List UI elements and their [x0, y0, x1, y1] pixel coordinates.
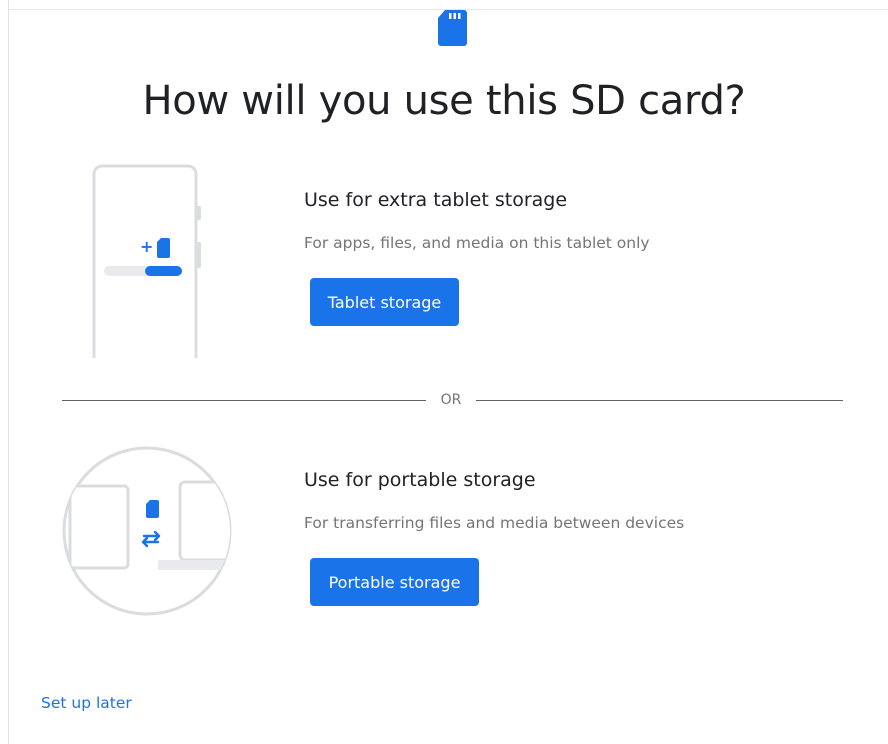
portable-storage-button[interactable]: Portable storage: [310, 558, 479, 606]
page-title: How will you use this SD card?: [142, 78, 746, 124]
tablet-storage-description: For apps, files, and media on this table…: [304, 234, 650, 252]
divider-line-left: [62, 400, 426, 401]
svg-text:+: +: [140, 237, 153, 256]
portable-storage-title: Use for portable storage: [304, 469, 536, 491]
portable-storage-description: For transferring files and media between…: [304, 514, 685, 532]
portable-storage-illustration: [62, 446, 232, 616]
set-up-later-link[interactable]: Set up later: [41, 694, 132, 712]
tablet-storage-button[interactable]: Tablet storage: [310, 278, 459, 326]
tablet-storage-title: Use for extra tablet storage: [304, 189, 568, 211]
divider-or-label: OR: [440, 392, 462, 408]
tablet-storage-illustration: +: [92, 164, 201, 358]
sd-card-icon: [438, 10, 467, 46]
divider-line-right: [476, 400, 843, 401]
